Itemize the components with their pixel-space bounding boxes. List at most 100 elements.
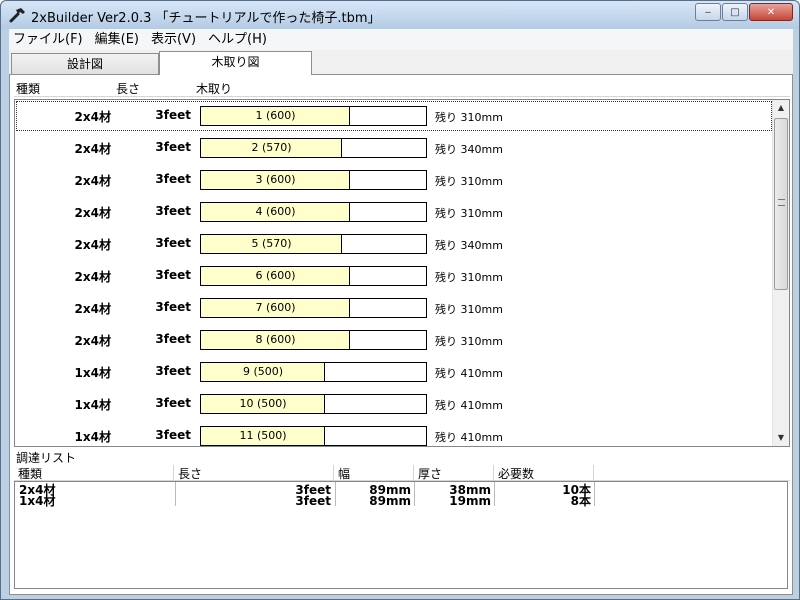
proc-header-type[interactable]: 種類 <box>14 465 174 481</box>
menu-bar: ファイル(F) 編集(E) 表示(V) ヘルプ(H) <box>9 29 793 50</box>
scroll-thumb[interactable] <box>774 118 788 290</box>
cut-length: 3feet <box>155 268 191 282</box>
close-button[interactable]: ✕ <box>749 3 793 21</box>
cut-bar: 11 (500) <box>200 426 427 446</box>
hammer-icon <box>9 8 25 23</box>
cut-list-header: 種類 長さ 木取り <box>14 77 790 97</box>
cut-remaining: 残り 310mm <box>435 335 503 348</box>
cut-type: 2x4材 <box>74 110 111 124</box>
cut-piece-label: 10 (500) <box>239 397 287 410</box>
cut-bar: 5 (570) <box>200 234 427 254</box>
cut-row[interactable]: 2x4材 3feet 5 (570) 残り 340mm <box>15 228 773 260</box>
proc-header-length[interactable]: 長さ <box>174 465 334 481</box>
grip-icon <box>778 199 785 206</box>
cut-row[interactable]: 2x4材 3feet 6 (600) 残り 310mm <box>15 260 773 292</box>
minimize-button[interactable]: ‒ <box>695 3 721 21</box>
header-cut: 木取り <box>196 82 233 96</box>
tab-strip: 設計図 木取り図 <box>9 51 793 75</box>
cut-type: 2x4材 <box>74 142 111 156</box>
cut-piece-label: 2 (570) <box>251 141 292 154</box>
cut-remaining: 残り 410mm <box>435 399 503 412</box>
cut-row[interactable]: 2x4材 3feet 2 (570) 残り 340mm <box>15 132 773 164</box>
proc-header-count[interactable]: 必要数 <box>494 465 594 481</box>
cut-bar: 7 (600) <box>200 298 427 318</box>
cut-remaining: 残り 310mm <box>435 207 503 220</box>
procurement-list[interactable]: 2x4材 3feet 89mm 38mm 10本 1x4材 3feet 89mm 19mm 8本 <box>14 481 788 589</box>
cut-piece-label: 1 (600) <box>255 109 296 122</box>
cut-piece-label: 5 (570) <box>251 237 292 250</box>
cut-type: 2x4材 <box>74 334 111 348</box>
menu-view[interactable]: 表示(V) <box>145 29 202 50</box>
cut-row[interactable]: 1x4材 3feet 9 (500) 残り 410mm <box>15 356 773 388</box>
cut-bar: 8 (600) <box>200 330 427 350</box>
cut-list[interactable]: 1x4材 3feet 11 (500) 残り 410mm 1x4材 3feet 10 (50… <box>14 99 790 447</box>
cut-piece-label: 8 (600) <box>255 333 296 346</box>
header-length: 長さ <box>116 82 141 96</box>
cut-length: 3feet <box>155 236 191 250</box>
cut-type: 2x4材 <box>74 206 111 220</box>
cut-type: 2x4材 <box>74 270 111 284</box>
cut-length: 3feet <box>155 364 191 378</box>
vertical-scrollbar[interactable]: ▲ ▼ <box>772 100 789 446</box>
cut-length: 3feet <box>155 108 191 122</box>
procurement-row[interactable]: 1x4材 3feet 89mm 19mm 8本 <box>15 495 787 507</box>
menu-edit[interactable]: 編集(E) <box>89 29 145 50</box>
cut-length: 3feet <box>155 204 191 218</box>
cut-bar: 6 (600) <box>200 266 427 286</box>
cut-row[interactable]: 2x4材 3feet 7 (600) 残り 310mm <box>15 292 773 324</box>
cut-piece-label: 11 (500) <box>239 429 287 442</box>
cut-length: 3feet <box>155 172 191 186</box>
cut-piece-label: 3 (600) <box>255 173 296 186</box>
cut-row[interactable]: 2x4材 3feet 3 (600) 残り 310mm <box>15 164 773 196</box>
cut-bar: 2 (570) <box>200 138 427 158</box>
cut-type: 1x4材 <box>74 366 111 380</box>
maximize-button[interactable]: □ <box>722 3 748 21</box>
proc-length: 3feet <box>295 494 331 508</box>
cut-row[interactable]: 1x4材 3feet 11 (500) 残り 410mm <box>15 420 773 446</box>
tab-design[interactable]: 設計図 <box>11 53 159 75</box>
cut-type: 2x4材 <box>74 238 111 252</box>
cut-row[interactable]: 2x4材 3feet 4 (600) 残り 310mm <box>15 196 773 228</box>
cut-piece-label: 9 (500) <box>242 365 284 378</box>
cut-piece-label: 6 (600) <box>255 269 296 282</box>
cut-length: 3feet <box>155 396 191 410</box>
cut-type: 1x4材 <box>74 398 111 412</box>
proc-width: 89mm <box>369 494 411 508</box>
cut-length: 3feet <box>155 140 191 154</box>
cut-bar: 3 (600) <box>200 170 427 190</box>
cut-length: 3feet <box>155 428 191 442</box>
cut-remaining: 残り 310mm <box>435 111 503 124</box>
cut-remaining: 残り 310mm <box>435 175 503 188</box>
cut-remaining: 残り 340mm <box>435 239 503 252</box>
cut-bar: 9 (500) <box>200 362 427 382</box>
cut-row[interactable]: 2x4材 3feet 8 (600) 残り 310mm <box>15 324 773 356</box>
client-area: ファイル(F) 編集(E) 表示(V) ヘルプ(H) 設計図 木取り図 種類 長… <box>9 29 793 595</box>
cut-row[interactable]: 1x4材 3feet 10 (500) 残り 410mm <box>15 388 773 420</box>
procurement-header: 種類 長さ 幅 厚さ 必要数 <box>14 464 790 481</box>
cut-piece-label: 7 (600) <box>255 301 296 314</box>
cut-type: 2x4材 <box>74 302 111 316</box>
cut-piece-label: 4 (600) <box>255 205 296 218</box>
cut-remaining: 残り 310mm <box>435 271 503 284</box>
header-type: 種類 <box>16 82 41 96</box>
tab-cutting[interactable]: 木取り図 <box>159 51 312 75</box>
title-bar[interactable]: 2xBuilder Ver2.0.3 「チュートリアルで作った椅子.tbm」 ‒… <box>1 1 799 29</box>
proc-header-width[interactable]: 幅 <box>334 465 414 481</box>
proc-thickness: 19mm <box>449 494 491 508</box>
proc-type: 1x4材 <box>19 494 56 508</box>
proc-header-thickness[interactable]: 厚さ <box>414 465 494 481</box>
cut-bar: 10 (500) <box>200 394 427 414</box>
cut-remaining: 残り 310mm <box>435 303 503 316</box>
cut-length: 3feet <box>155 300 191 314</box>
cut-remaining: 残り 340mm <box>435 143 503 156</box>
arrow-up-icon[interactable]: ▲ <box>773 100 789 116</box>
app-window: 2xBuilder Ver2.0.3 「チュートリアルで作った椅子.tbm」 ‒… <box>0 0 800 600</box>
cut-bar: 4 (600) <box>200 202 427 222</box>
menu-help[interactable]: ヘルプ(H) <box>202 29 273 50</box>
cutting-panel: 種類 長さ 木取り 1x4材 3feet 11 (500) 残り 410mm 1x4材 3… <box>9 74 793 595</box>
menu-file[interactable]: ファイル(F) <box>9 29 89 50</box>
cut-type: 1x4材 <box>74 430 111 444</box>
arrow-down-icon[interactable]: ▼ <box>773 430 789 446</box>
cut-remaining: 残り 410mm <box>435 431 503 444</box>
cut-row[interactable]: 2x4材 3feet 1 (600) 残り 310mm <box>15 100 773 132</box>
